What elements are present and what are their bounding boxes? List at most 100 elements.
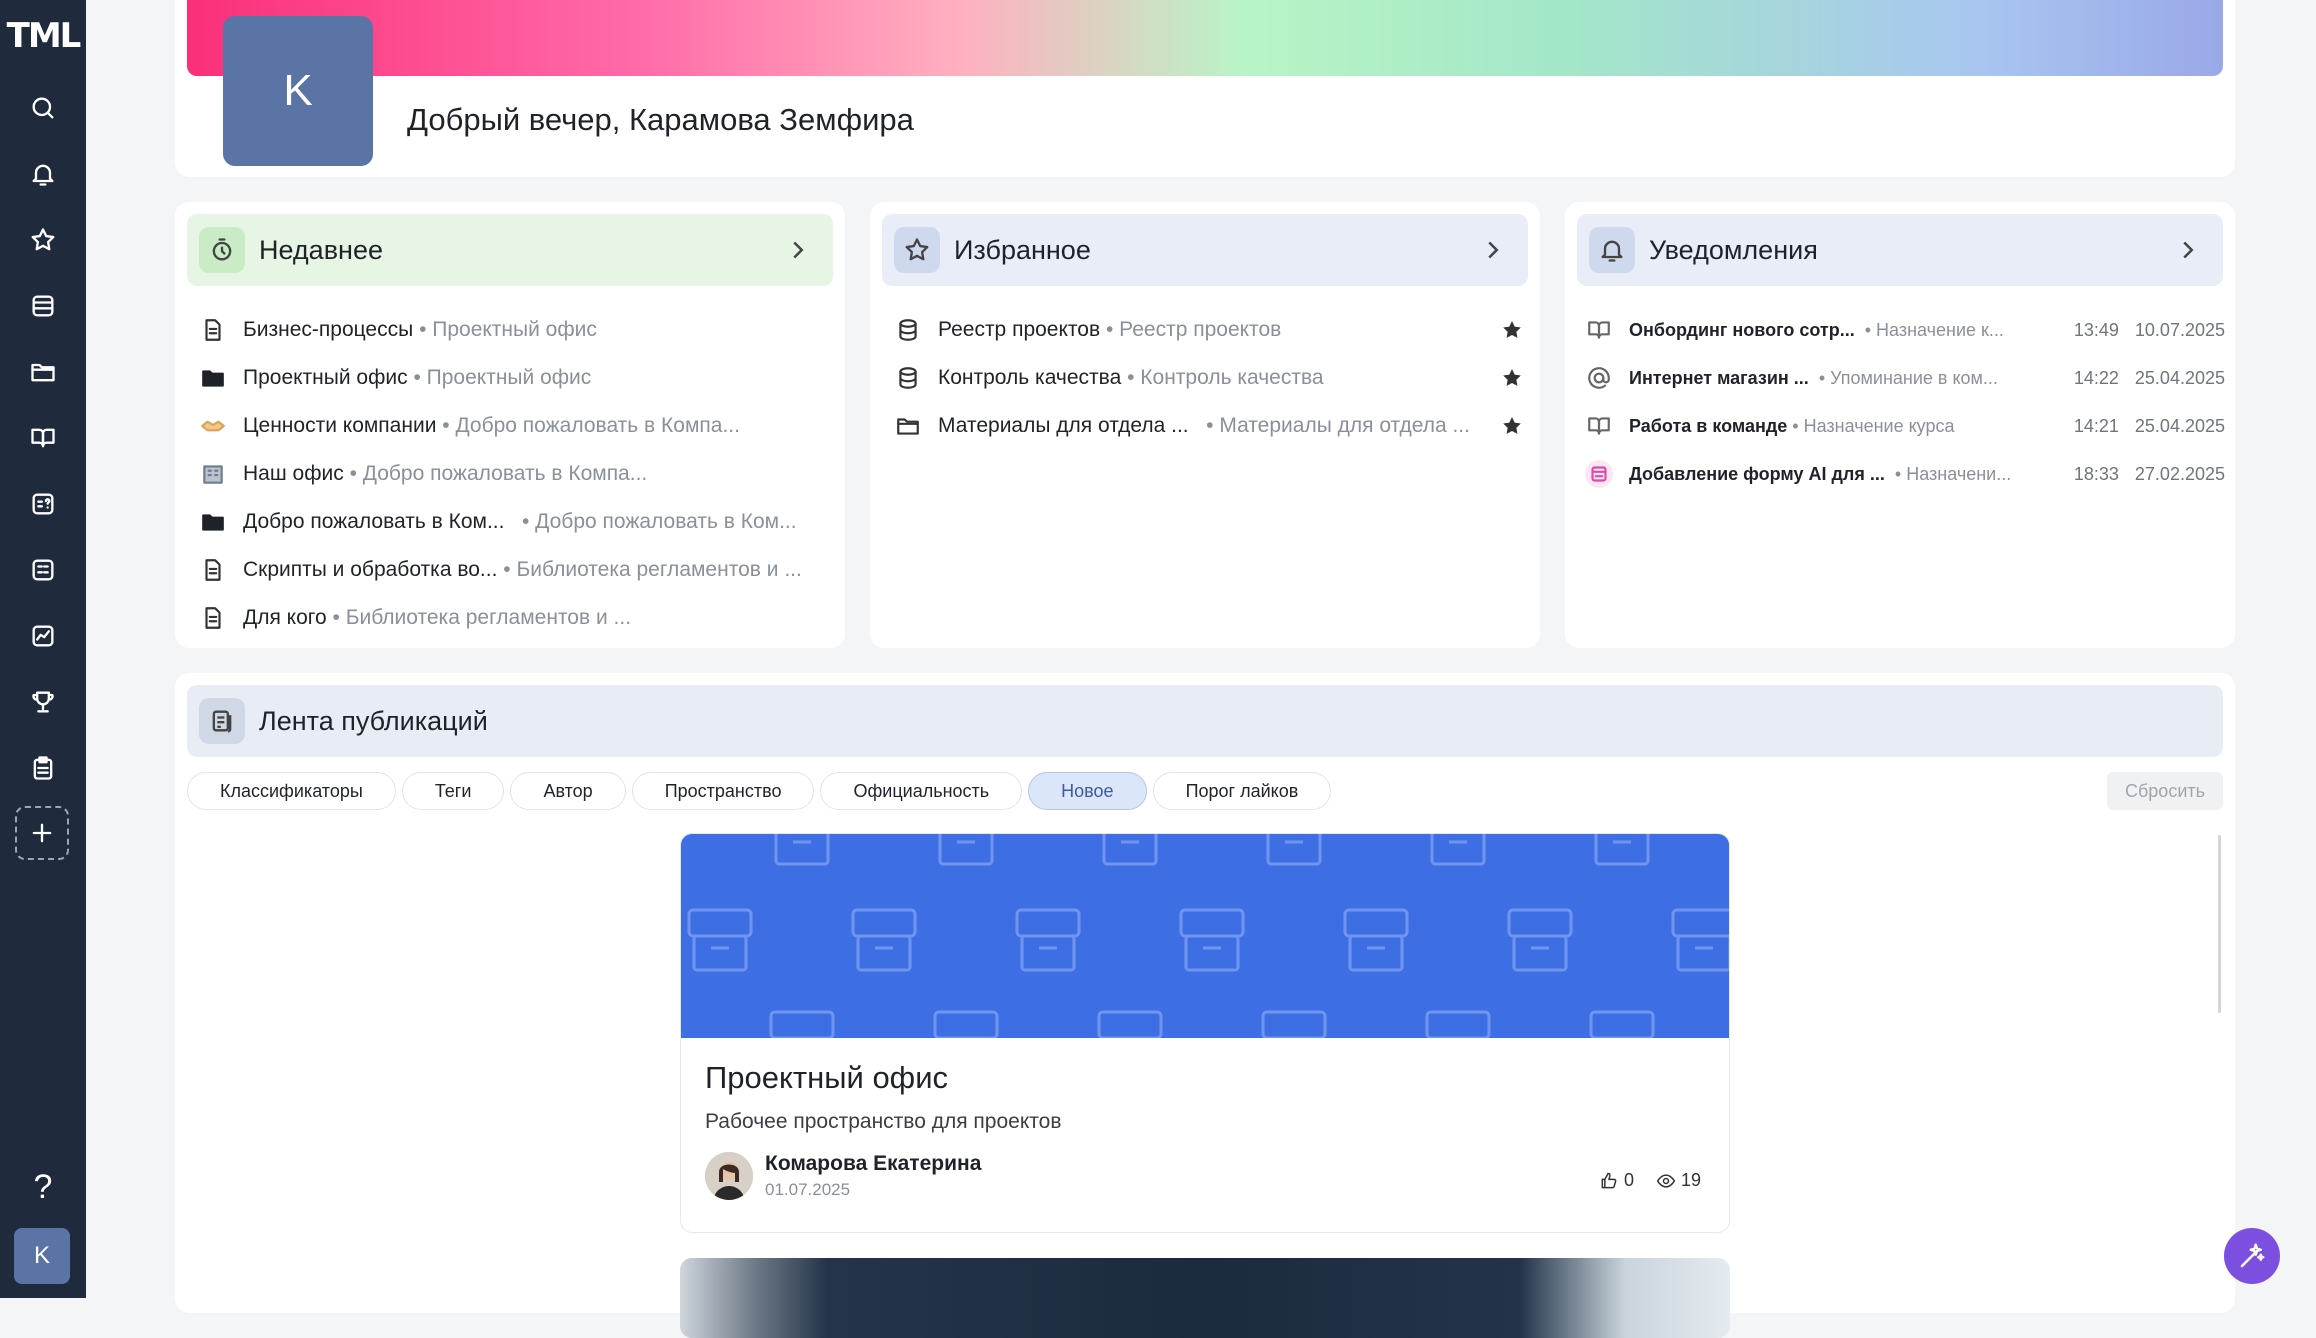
book-icon [1585,412,1613,440]
item-title: Наш офис [243,462,344,485]
item-subtitle: • Назначение к... [1864,319,2004,340]
document-icon [199,316,227,344]
chevron-right-icon[interactable] [1478,235,1508,265]
post-title[interactable]: Проектный офис [705,1060,948,1096]
chart-icon[interactable] [21,614,65,658]
item-subtitle: • Библиотека регламентов и ... [332,606,632,629]
item-subtitle: • Библиотека регламентов и ... [503,558,802,581]
item-subtitle: • Контроль качества [1127,366,1324,389]
star-filled-icon[interactable] [1500,414,1524,438]
star-icon[interactable] [21,218,65,262]
list-item[interactable]: Материалы для отдела ... • Материалы для… [894,402,1524,450]
document-icon [199,556,227,584]
help-button[interactable]: ? [0,1168,86,1207]
list-item[interactable]: Контроль качества • Контроль качества [894,354,1524,402]
filter-classifiers[interactable]: Классификаторы [187,772,396,810]
filter-officiality[interactable]: Официальность [820,772,1023,810]
book-icon [1585,316,1613,344]
list-item[interactable]: Бизнес-процессы • Проектный офис [199,306,829,354]
plus-icon[interactable] [15,806,69,860]
post-cover [681,834,1729,1038]
box-pattern [687,834,1729,1038]
list-item[interactable]: Реестр проектов • Реестр проектов [894,306,1524,354]
document-icon [199,604,227,632]
list-item[interactable]: Скрипты и обработка во... • Библиотека р… [199,546,829,594]
filter-author[interactable]: Автор [510,772,626,810]
ai-assistant-button[interactable] [2224,1228,2280,1284]
database-icon [894,316,922,344]
star-filled-icon[interactable] [1500,366,1524,390]
grid-icon[interactable] [21,548,65,592]
app-logo[interactable]: TML [0,16,86,56]
item-title: Ценности компании [243,414,437,437]
likes-count: 0 [1623,1170,1634,1190]
filter-space[interactable]: Пространство [631,772,815,810]
post-card[interactable]: Проектный офис Рабочее пространство для … [680,833,1730,1233]
item-title: Бизнес-процессы [243,318,414,341]
notification-item[interactable]: Работа в команде • Назначение курса 14:2… [1585,402,2225,450]
book-icon[interactable] [21,416,65,460]
publication-icon [199,698,245,744]
item-title: Работа в команде [1629,415,1788,436]
item-subtitle: • Добро пожаловать в Компа... [442,414,740,437]
list-item[interactable]: Добро пожаловать в Ком... • Добро пожало… [199,498,829,546]
item-title: Онбординг нового сотр... [1629,319,1855,340]
chevron-right-icon[interactable] [783,235,813,265]
folder-icon[interactable] [21,350,65,394]
search-icon[interactable] [21,86,65,130]
star-filled-icon[interactable] [1500,318,1524,342]
database-icon [894,364,922,392]
post-subtitle: Рабочее пространство для проектов [705,1110,1062,1133]
thumbs-up-icon[interactable] [1599,1171,1619,1191]
post-card-next[interactable] [680,1258,1730,1338]
database-icon[interactable] [21,284,65,328]
item-date: 27.02.2025 [2134,463,2225,484]
item-date: 10.07.2025 [2134,319,2225,340]
list-item[interactable]: Для кого • Библиотека регламентов и ... [199,594,829,642]
greeting-text: Добрый вечер, Карамова Земфира [407,102,914,137]
notifications-header[interactable]: Уведомления [1577,214,2223,286]
clipboard-icon[interactable] [21,746,65,790]
form-icon [1585,460,1613,488]
trophy-icon[interactable] [21,680,65,724]
filter-likes-threshold[interactable]: Порог лайков [1152,772,1332,810]
item-title: Добро пожаловать в Ком... [243,510,505,533]
bell-icon[interactable] [21,152,65,196]
notification-item[interactable]: Интернет магазин ... • Упоминание в ком.… [1585,354,2225,402]
notifications-title: Уведомления [1649,234,1818,265]
notification-item[interactable]: Онбординг нового сотр... • Назначение к.… [1585,306,2225,354]
folder-icon [894,412,922,440]
item-subtitle: • Реестр проектов [1105,318,1282,341]
chevron-right-icon[interactable] [2173,235,2203,265]
item-subtitle: • Добро пожаловать в Компа... [349,462,648,485]
item-time: 14:21 [2073,415,2119,436]
filter-new[interactable]: Новое [1028,772,1147,810]
item-subtitle: • Добро пожаловать в Ком... [521,510,797,533]
favorites-header[interactable]: Избранное [882,214,1528,286]
filter-tags[interactable]: Теги [401,772,505,810]
item-title: Реестр проектов [938,318,1101,341]
list-item[interactable]: Проектный офис • Проектный офис [199,354,829,402]
list-item[interactable]: Наш офис • Добро пожаловать в Компа... [199,450,829,498]
folder-icon [199,364,227,392]
user-avatar[interactable]: K [14,1228,70,1284]
item-subtitle: • Проектный офис [413,366,592,389]
item-subtitle: • Проектный офис [419,318,597,341]
quiz-icon[interactable] [21,482,65,526]
recent-header[interactable]: Недавнее [187,214,833,286]
feed-header: Лента публикаций [187,685,2223,757]
folder-icon [199,508,227,536]
item-subtitle: • Упоминание в ком... [1818,367,1998,388]
author-avatar[interactable] [705,1152,753,1200]
notification-item[interactable]: Добавление форму AI для ... • Назначени.… [1585,450,2225,498]
reset-button[interactable]: Сбросить [2107,772,2223,810]
recent-card: Недавнее Бизнес-процессы • Проектный офи… [175,202,845,648]
feed-title: Лента публикаций [259,705,488,736]
item-date: 25.04.2025 [2134,415,2225,436]
list-item[interactable]: Ценности компании • Добро пожаловать в К… [199,402,829,450]
profile-avatar[interactable]: K [223,16,373,166]
item-time: 14:22 [2073,367,2119,388]
post-stats: 0 19 [1599,1170,1701,1191]
feed-scrollbar[interactable] [2218,835,2221,1013]
author-name[interactable]: Комарова Екатерина [765,1152,981,1176]
